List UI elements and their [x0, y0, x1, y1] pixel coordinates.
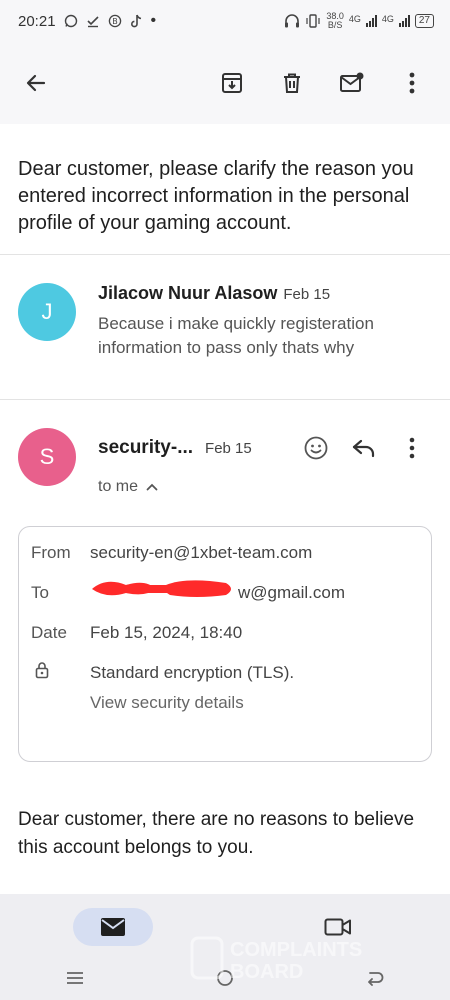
message-header-top: security-... Feb 15: [98, 428, 432, 468]
from-label: From: [31, 543, 71, 562]
email-thread: Dear customer, please clarify the reason…: [0, 124, 450, 894]
details-to-row: To w@gmail.com: [31, 580, 419, 605]
sender-line: Jilacow Nuur Alasow Feb 15: [98, 283, 432, 304]
more-options-button[interactable]: [392, 63, 432, 103]
nav-mail-tab[interactable]: [72, 908, 153, 946]
status-time: 20:21: [18, 12, 56, 30]
delete-button[interactable]: [272, 63, 312, 103]
reply-message-collapsed[interactable]: J Jilacow Nuur Alasow Feb 15 Because i m…: [0, 255, 450, 399]
security-message-expanded: S security-... Feb 15 to me From securit…: [0, 400, 450, 862]
mark-unread-icon: [340, 72, 364, 92]
notification-dot: •: [150, 12, 157, 29]
home-icon: [217, 969, 233, 986]
bottom-nav: [0, 894, 450, 960]
reply-icon: [352, 439, 375, 458]
b-app-icon: B: [108, 14, 121, 28]
message-header: S security-... Feb 15 to me: [18, 428, 432, 496]
recents-button[interactable]: [66, 971, 84, 990]
signal-2-icon: [398, 15, 410, 27]
nav-meet-tab[interactable]: [298, 908, 378, 946]
lock-icon-wrap: [31, 661, 90, 686]
view-security-details-link[interactable]: View security details: [90, 691, 294, 715]
reply-date: Feb 15: [283, 286, 331, 303]
redaction-scribble: [92, 580, 231, 597]
reply-sender: Jilacow Nuur Alasow: [98, 283, 278, 303]
videocam-icon: [324, 918, 351, 936]
status-bar: 20:21 B • 38.0 B/S 4G 4G 27: [0, 0, 450, 42]
message-more-button[interactable]: [392, 428, 432, 468]
signal-2-label: 4G: [381, 14, 394, 24]
from-value[interactable]: security-en@1xbet-team.com: [90, 541, 312, 565]
network-speed: 38.0 B/S: [326, 12, 344, 30]
message-details-card: From security-en@1xbet-team.com To w@gma…: [18, 526, 432, 762]
email-subject: Dear customer, please clarify the reason…: [18, 158, 414, 234]
whatsapp-icon: [64, 14, 77, 28]
system-back-icon: [368, 971, 384, 986]
message-body: Dear customer, there are no reasons to b…: [18, 809, 415, 858]
message-actions: [288, 428, 432, 468]
reply-button[interactable]: [344, 428, 384, 468]
mark-unread-button[interactable]: [332, 63, 372, 103]
archive-button[interactable]: [212, 63, 252, 103]
home-button[interactable]: [216, 969, 234, 992]
details-date-row: Date Feb 15, 2024, 18:40: [31, 621, 419, 645]
details-from-row: From security-en@1xbet-team.com: [31, 541, 419, 565]
headphones-icon: [285, 14, 300, 28]
system-nav: [0, 960, 450, 1000]
message-header-info: security-... Feb 15 to me: [98, 428, 432, 496]
delete-icon: [284, 73, 300, 93]
signal-1-icon: [365, 15, 377, 27]
to-me-label: to me: [98, 478, 139, 495]
system-back-button[interactable]: [366, 970, 384, 991]
app-bar: [0, 42, 450, 124]
signal-1-label: 4G: [348, 14, 361, 24]
more-vert-icon: [409, 72, 415, 94]
date-value: Feb 15, 2024, 18:40: [90, 623, 243, 642]
recipients-toggle[interactable]: to me: [98, 478, 432, 496]
encryption-text: Standard encryption (TLS).: [90, 663, 295, 682]
security-info: Standard encryption (TLS). View security…: [90, 661, 294, 715]
back-arrow-icon: [26, 74, 46, 92]
download-done-icon: [86, 16, 99, 28]
recents-icon: [67, 971, 83, 984]
to-value-container: w@gmail.com: [90, 580, 390, 605]
date-label: Date: [31, 623, 67, 642]
status-right: 38.0 B/S 4G 4G 27: [284, 12, 434, 30]
tiktok-icon: [130, 14, 141, 28]
back-button[interactable]: [18, 65, 54, 101]
message-date: Feb 15: [205, 439, 252, 457]
status-left: 20:21 B •: [18, 13, 156, 30]
reply-snippet: Because i make quickly registeration inf…: [98, 314, 374, 357]
svg-text:B: B: [112, 17, 118, 26]
archive-icon: [222, 73, 242, 93]
mail-icon: [100, 918, 125, 936]
react-button[interactable]: [296, 428, 336, 468]
lock-icon: [35, 662, 49, 679]
avatar[interactable]: S: [18, 428, 76, 486]
emoji-icon: [304, 436, 328, 460]
details-security-row: Standard encryption (TLS). View security…: [31, 661, 419, 715]
battery-icon: 27: [414, 14, 434, 28]
chevron-up-icon: [146, 483, 158, 491]
message-sender: security-...: [98, 437, 194, 458]
network-speed-unit: B/S: [327, 20, 343, 30]
vibrate-icon: [306, 14, 320, 28]
to-label: To: [31, 583, 49, 602]
reply-message-body: Jilacow Nuur Alasow Feb 15 Because i mak…: [98, 283, 432, 399]
more-vert-icon: [409, 437, 415, 459]
avatar[interactable]: J: [18, 283, 76, 341]
